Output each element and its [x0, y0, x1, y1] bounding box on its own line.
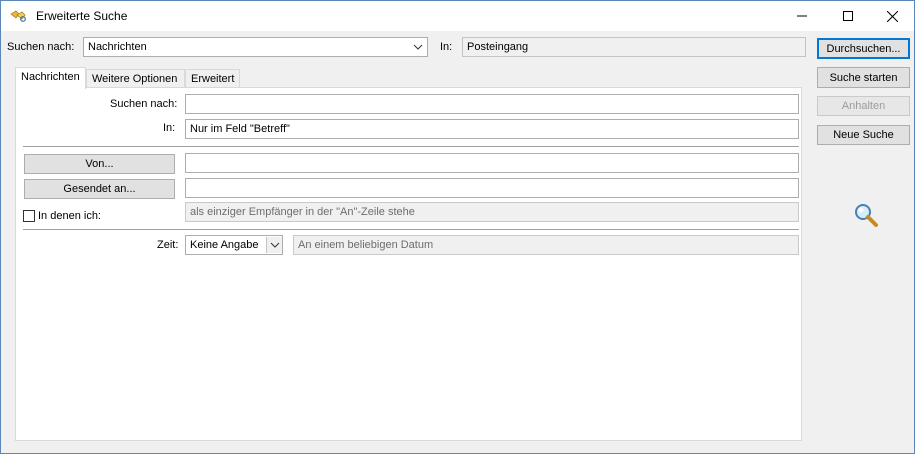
sent-to-input[interactable]: [185, 178, 799, 198]
browse-button[interactable]: Durchsuchen...: [817, 38, 910, 59]
chevron-down-icon[interactable]: [266, 237, 282, 253]
new-search-button-label: Neue Suche: [833, 129, 894, 141]
tab-erweitert[interactable]: Erweitert: [185, 69, 240, 88]
new-search-button[interactable]: Neue Suche: [817, 125, 910, 145]
window-title: Erweiterte Suche: [36, 9, 128, 23]
start-search-button[interactable]: Suche starten: [817, 67, 910, 88]
sent-to-button[interactable]: Gesendet an...: [24, 179, 175, 199]
search-text-label: Suchen nach:: [110, 98, 178, 110]
search-for-combo[interactable]: Nachrichten: [83, 37, 428, 57]
from-button[interactable]: Von...: [24, 154, 175, 174]
close-button[interactable]: [870, 1, 915, 31]
browse-button-label: Durchsuchen...: [826, 42, 901, 55]
in-label: In:: [440, 41, 453, 53]
search-text-input[interactable]: [185, 94, 799, 114]
advanced-search-window: Erweiterte Suche Suchen nach: Nachrichte…: [0, 0, 915, 454]
tab-panel: [15, 87, 802, 441]
where-i-am-label: In denen ich:: [38, 210, 101, 222]
time-label: Zeit:: [157, 239, 179, 251]
stop-button-label: Anhalten: [841, 100, 886, 112]
sent-to-button-label: Gesendet an...: [63, 183, 136, 195]
in-folder-value: Posteingang: [467, 41, 529, 53]
minimize-button[interactable]: [779, 1, 824, 31]
in-folder-field: Posteingang: [462, 37, 806, 57]
from-button-label: Von...: [85, 158, 114, 170]
magnifier-icon: [852, 201, 880, 229]
tab-label: Nachrichten: [21, 71, 80, 83]
tab-weitere-optionen[interactable]: Weitere Optionen: [86, 69, 185, 88]
chevron-down-icon[interactable]: [410, 39, 426, 55]
maximize-button[interactable]: [825, 1, 870, 31]
search-in-field[interactable]: Nur im Feld "Betreff": [185, 119, 799, 139]
start-search-button-label: Suche starten: [829, 71, 898, 84]
search-in-value: Nur im Feld "Betreff": [190, 123, 290, 135]
tab-nachrichten[interactable]: Nachrichten: [15, 67, 86, 89]
divider: [23, 229, 799, 230]
search-in-label: In:: [163, 122, 176, 134]
stop-button: Anhalten: [817, 96, 910, 116]
title-bar: Erweiterte Suche: [1, 1, 914, 31]
date-value: An einem beliebigen Datum: [298, 239, 434, 251]
search-for-label: Suchen nach:: [7, 41, 75, 53]
where-i-am-combo: als einziger Empfänger in der "An"-Zeile…: [185, 202, 799, 222]
date-combo: An einem beliebigen Datum: [293, 235, 799, 255]
from-input[interactable]: [185, 153, 799, 173]
time-value: Keine Angabe: [190, 239, 259, 251]
divider: [23, 146, 799, 147]
where-i-am-checkbox[interactable]: [23, 210, 35, 222]
search-folder-icon: [10, 9, 28, 23]
tab-label: Weitere Optionen: [92, 73, 178, 85]
search-for-value: Nachrichten: [88, 41, 147, 53]
tab-label: Erweitert: [191, 73, 235, 85]
where-i-am-value: als einziger Empfänger in der "An"-Zeile…: [190, 206, 415, 218]
